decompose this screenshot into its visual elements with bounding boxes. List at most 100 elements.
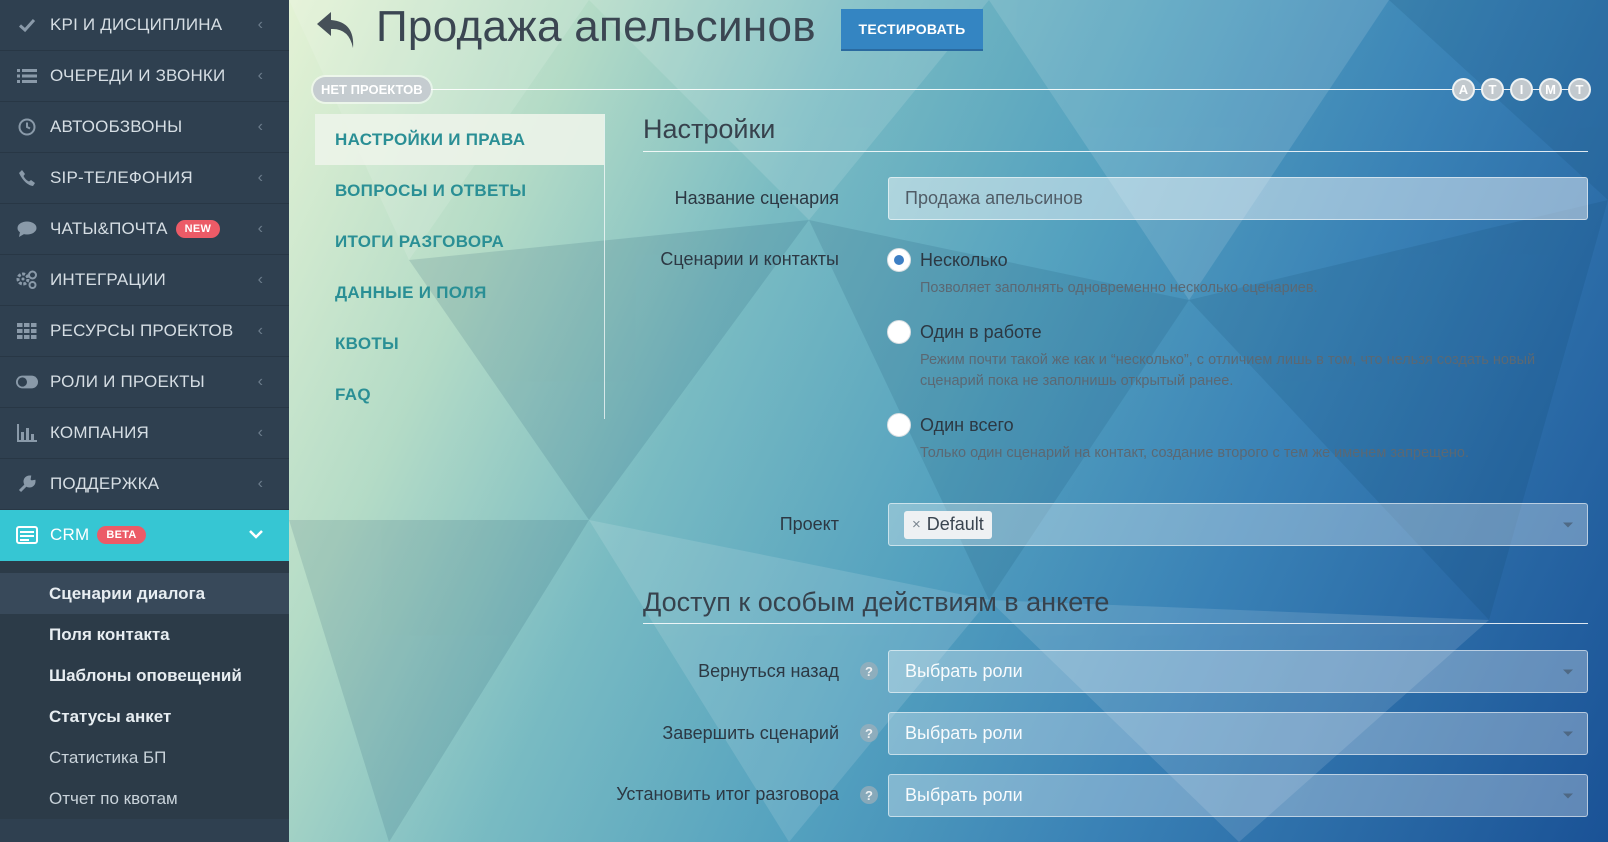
toggle-icon — [16, 371, 38, 393]
role-letter-t2[interactable]: T — [1568, 78, 1591, 101]
role-letter-t[interactable]: T — [1481, 78, 1504, 101]
test-button[interactable]: ТЕСТИРОВАТЬ — [841, 9, 983, 51]
chevron-left-icon: ‹ — [257, 373, 263, 390]
scenarios-contacts-label: Сценарии и контакты — [660, 249, 839, 269]
submenu-item-dialog-scenarios[interactable]: Сценарии диалога — [0, 573, 289, 614]
tab-settings-rights[interactable]: НАСТРОЙКИ И ПРАВА — [315, 114, 604, 165]
project-tag-label: Default — [926, 514, 984, 534]
sidebar-item-label: ПОДДЕРЖКА — [50, 474, 160, 493]
radio-button[interactable] — [887, 248, 911, 272]
settings-section-title: Настройки — [643, 114, 776, 144]
role-letter-i[interactable]: I — [1510, 78, 1533, 101]
sidebar-item-roles[interactable]: РОЛИ И ПРОЕКТЫ ‹ — [0, 357, 289, 408]
submenu-item-form-statuses[interactable]: Статусы анкет — [0, 696, 289, 737]
go-back-roles-select[interactable]: Выбрать роли — [888, 650, 1588, 693]
project-select[interactable]: × Default — [888, 503, 1588, 546]
phone-icon — [16, 167, 38, 189]
sidebar-item-label: SIP-ТЕЛЕФОНИЯ — [50, 168, 193, 187]
radio-one-in-progress[interactable]: Один в работе — [887, 320, 1042, 344]
role-letter-a[interactable]: A — [1452, 78, 1475, 101]
submenu-item-contact-fields[interactable]: Поля контакта — [0, 614, 289, 655]
grid-icon — [16, 320, 38, 342]
dropdown-caret-icon — [1563, 522, 1573, 527]
submenu-item-quota-report[interactable]: Отчет по квотам — [0, 778, 289, 819]
sidebar-item-label: АВТООБЗВОНЫ — [50, 117, 183, 136]
sidebar-item-label: РОЛИ И ПРОЕКТЫ — [50, 372, 205, 391]
tab-call-results[interactable]: ИТОГИ РАЗГОВОРА — [315, 216, 604, 267]
submenu-item-notification-templates[interactable]: Шаблоны оповещений — [0, 655, 289, 696]
tab-questions-answers[interactable]: ВОПРОСЫ И ОТВЕТЫ — [315, 165, 604, 216]
radio-one-total[interactable]: Один всего — [887, 413, 1014, 437]
chevron-left-icon: ‹ — [257, 424, 263, 441]
radio-multiple[interactable]: Несколько — [887, 248, 1008, 272]
radio-selected-dot — [894, 255, 904, 265]
select-placeholder: Выбрать роли — [905, 785, 1023, 805]
chevron-left-icon: ‹ — [257, 169, 263, 186]
sidebar-item-chats[interactable]: ЧАТЫ&ПОЧТА NEW ‹ — [0, 204, 289, 255]
radio-button[interactable] — [887, 413, 911, 437]
sidebar-item-resources[interactable]: РЕСУРСЫ ПРОЕКТОВ ‹ — [0, 306, 289, 357]
list-icon — [16, 65, 38, 87]
sidebar: KPI И ДИСЦИПЛИНА ‹ ОЧЕРЕДИ И ЗВОНКИ ‹ АВ… — [0, 0, 289, 842]
radio-button[interactable] — [887, 320, 911, 344]
wrench-icon — [16, 473, 38, 495]
finish-scenario-roles-select[interactable]: Выбрать роли — [888, 712, 1588, 755]
project-tag: × Default — [904, 510, 992, 539]
chevron-left-icon: ‹ — [257, 220, 263, 237]
radio-description: Только один сценарий на контакт, создани… — [920, 445, 1469, 461]
chevron-left-icon: ‹ — [257, 16, 263, 33]
crm-icon — [16, 524, 38, 546]
tab-faq[interactable]: FAQ — [315, 369, 604, 420]
sidebar-item-company[interactable]: КОМПАНИЯ ‹ — [0, 408, 289, 459]
finish-scenario-label: Завершить сценарий — [662, 723, 839, 743]
chevron-left-icon: ‹ — [257, 67, 263, 84]
dropdown-caret-icon — [1563, 731, 1573, 736]
sidebar-item-sip[interactable]: SIP-ТЕЛЕФОНИЯ ‹ — [0, 153, 289, 204]
no-projects-badge[interactable]: НЕТ ПРОЕКТОВ — [313, 77, 431, 102]
sidebar-item-support[interactable]: ПОДДЕРЖКА ‹ — [0, 459, 289, 510]
section-divider — [643, 151, 1588, 152]
select-placeholder: Выбрать роли — [905, 661, 1023, 681]
page-title: Продажа апельсинов — [376, 2, 816, 51]
chat-icon — [16, 218, 38, 240]
sidebar-item-label: CRM — [50, 525, 90, 544]
submenu-item-bp-stats[interactable]: Статистика БП — [0, 737, 289, 778]
dropdown-caret-icon — [1563, 669, 1573, 674]
sidebar-item-label: РЕСУРСЫ ПРОЕКТОВ — [50, 321, 234, 340]
main-content: Продажа апельсинов ТЕСТИРОВАТЬ НЕТ ПРОЕК… — [289, 0, 1608, 842]
chevron-left-icon: ‹ — [257, 271, 263, 288]
chevron-left-icon: ‹ — [257, 118, 263, 135]
role-letter-m[interactable]: M — [1539, 78, 1562, 101]
back-arrow-icon[interactable] — [315, 10, 359, 50]
radio-label: Один в работе — [920, 321, 1042, 342]
sidebar-item-label: KPI И ДИСЦИПЛИНА — [50, 15, 223, 34]
radio-label: Несколько — [920, 249, 1008, 270]
sidebar-item-label: ОЧЕРЕДИ И ЗВОНКИ — [50, 66, 226, 85]
help-icon[interactable]: ? — [860, 786, 878, 804]
set-result-label: Установить итог разговора — [616, 784, 839, 804]
sidebar-item-label: КОМПАНИЯ — [50, 423, 150, 442]
sidebar-item-autodial[interactable]: АВТООБЗВОНЫ ‹ — [0, 102, 289, 153]
remove-tag-icon[interactable]: × — [912, 516, 921, 533]
settings-tabs: НАСТРОЙКИ И ПРАВА ВОПРОСЫ И ОТВЕТЫ ИТОГИ… — [315, 114, 605, 419]
sidebar-item-queues[interactable]: ОЧЕРЕДИ И ЗВОНКИ ‹ — [0, 51, 289, 102]
sidebar-item-integrations[interactable]: ИНТЕГРАЦИИ ‹ — [0, 255, 289, 306]
go-back-label: Вернуться назад — [698, 661, 839, 681]
tab-quotas[interactable]: КВОТЫ — [315, 318, 604, 369]
set-result-roles-select[interactable]: Выбрать роли — [888, 774, 1588, 817]
select-placeholder: Выбрать роли — [905, 723, 1023, 743]
sidebar-item-crm[interactable]: CRM BETA — [0, 510, 289, 561]
clock-icon — [16, 116, 38, 138]
check-icon — [16, 14, 38, 36]
chevron-down-icon — [249, 526, 263, 544]
tab-data-fields[interactable]: ДАННЫЕ И ПОЛЯ — [315, 267, 604, 318]
sidebar-item-label: ИНТЕГРАЦИИ — [50, 270, 166, 289]
help-icon[interactable]: ? — [860, 662, 878, 680]
sidebar-item-kpi[interactable]: KPI И ДИСЦИПЛИНА ‹ — [0, 0, 289, 51]
access-section-title: Доступ к особым действиям в анкете — [643, 587, 1110, 617]
new-badge: NEW — [175, 220, 221, 238]
chevron-left-icon: ‹ — [257, 322, 263, 339]
scenario-name-input[interactable] — [888, 177, 1588, 220]
role-letters: A T I M T — [1446, 78, 1591, 101]
help-icon[interactable]: ? — [860, 724, 878, 742]
